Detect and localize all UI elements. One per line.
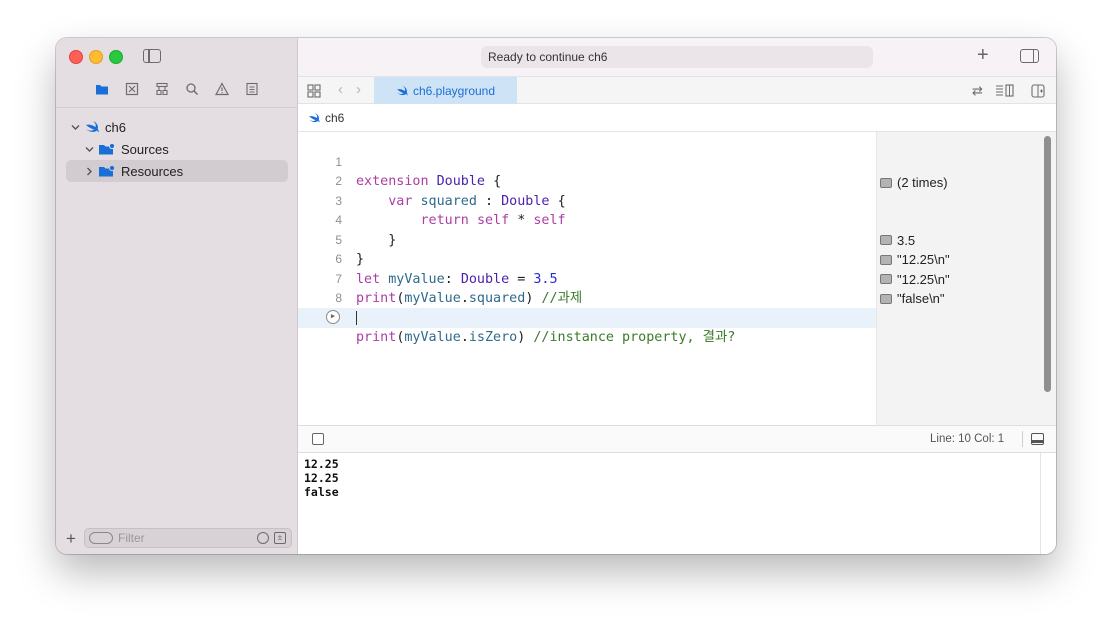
source-control-icon[interactable] <box>124 81 140 97</box>
quick-look-icon[interactable] <box>880 254 892 265</box>
recent-files-clock-icon[interactable] <box>257 532 269 544</box>
back-chevron-icon[interactable]: ‹ <box>338 81 343 98</box>
code-editor[interactable]: 1 extension Double { 2 var squared : Dou… <box>298 132 876 425</box>
code-line[interactable]: 6 let myValue: Double = 3.5 <box>298 231 876 287</box>
chevron-down-icon[interactable] <box>84 144 94 154</box>
sidebar-footer: + Filter ± <box>56 524 298 554</box>
swift-icon <box>309 112 320 123</box>
tab-bar: ‹ › ch6.playground ⇄ <box>298 76 1056 104</box>
code-line[interactable]: 8 print(3.5.squared) //Double형 값에도 .으로 바… <box>298 270 876 326</box>
console-output[interactable]: 12.25 12.25 false <box>298 453 1056 554</box>
code-line[interactable]: 4 } <box>298 192 876 248</box>
tree-item-sources[interactable]: Sources <box>56 138 298 160</box>
filter-placeholder: Filter <box>118 531 145 545</box>
result-value: "12.25\n" <box>897 271 950 287</box>
library-plus-icon[interactable]: + <box>977 44 989 67</box>
code-line[interactable]: 9 print(myValue.isZero) //instance prope… <box>298 289 876 346</box>
result-line-8[interactable]: "12.25\n" <box>880 270 950 290</box>
add-editor-split-icon[interactable] <box>1031 84 1045 98</box>
chevron-down-icon[interactable] <box>70 122 80 132</box>
console-line: false <box>304 485 339 499</box>
result-value: "12.25\n" <box>897 252 950 268</box>
navigator-tabs <box>56 81 298 99</box>
sidebar-toggle-icon[interactable] <box>143 49 161 63</box>
debug-bar: Line: 10 Col: 1 <box>298 425 1056 453</box>
quick-look-icon[interactable] <box>880 293 892 304</box>
code-line[interactable]: 3 return self * self <box>298 172 876 229</box>
console-scroll-track <box>1040 453 1041 554</box>
zoom-window-button[interactable] <box>109 50 123 64</box>
folder-icon <box>98 164 116 178</box>
folder-icon <box>98 142 116 156</box>
forward-chevron-icon[interactable]: › <box>356 81 361 98</box>
result-line-6[interactable]: 3.5 <box>880 231 915 251</box>
issue-navigator-warning-icon[interactable] <box>214 81 230 97</box>
code-line[interactable]: 5 } <box>298 211 876 268</box>
editor-scrollbar[interactable] <box>1044 136 1051 392</box>
editor-area: Ready to continue ch6 + ‹ › ch6.playgrou… <box>298 38 1056 554</box>
tab-ch6-playground[interactable]: ch6.playground <box>374 77 517 104</box>
tree-item-label: Resources <box>121 163 184 179</box>
project-navigator-folder-icon[interactable] <box>94 81 110 97</box>
swift-icon <box>396 85 408 96</box>
run-play-icon[interactable]: ▶ <box>326 310 340 324</box>
result-value: 3.5 <box>897 232 916 248</box>
quick-look-icon[interactable] <box>880 274 892 285</box>
result-value: "false\n" <box>897 291 945 307</box>
related-items-grid-icon[interactable] <box>307 84 321 98</box>
report-navigator-icon[interactable] <box>244 81 260 97</box>
swift-icon <box>85 121 99 133</box>
sidebar-divider <box>56 107 297 108</box>
navigator-sidebar: ch6 Sources Resources + Filter ± <box>56 38 298 554</box>
code-line[interactable]: 2 var squared : Double { <box>298 153 876 209</box>
text-caret <box>356 311 357 325</box>
minimize-window-button[interactable] <box>89 50 103 64</box>
console-line: 12.25 <box>304 457 339 471</box>
result-line-9[interactable]: "false\n" <box>880 289 945 309</box>
xcode-window: ch6 Sources Resources + Filter ± Ready t… <box>56 38 1056 554</box>
console-line: 12.25 <box>304 471 339 485</box>
project-tree: ch6 Sources Resources <box>56 116 298 182</box>
close-window-button[interactable] <box>69 50 83 64</box>
quick-look-icon[interactable] <box>880 235 892 246</box>
tree-item-ch6[interactable]: ch6 <box>56 116 298 138</box>
code-review-arrows-icon[interactable]: ⇄ <box>972 83 983 99</box>
result-line-3[interactable]: (2 times) <box>880 173 948 193</box>
symbol-navigator-icon[interactable] <box>154 81 170 97</box>
tree-item-label: Sources <box>121 141 169 157</box>
inspector-toggle-icon[interactable] <box>1020 49 1039 63</box>
tree-item-label: ch6 <box>105 119 126 135</box>
window-toolbar: Ready to continue ch6 + <box>298 38 1056 76</box>
cursor-position: Line: 10 Col: 1 <box>930 433 1005 445</box>
scm-filter-icon[interactable]: ± <box>274 532 286 544</box>
tree-item-resources[interactable]: Resources <box>66 160 288 182</box>
find-navigator-search-icon[interactable] <box>184 81 200 97</box>
tab-label: ch6.playground <box>412 83 496 98</box>
code-line[interactable]: 7 print(myValue.squared) //과제 <box>298 250 876 307</box>
adjust-editor-options-icon[interactable] <box>995 84 1015 98</box>
activity-status: Ready to continue ch6 <box>481 46 873 68</box>
current-code-line[interactable]: ▶ <box>298 308 876 328</box>
debug-area-toggle-icon[interactable] <box>1031 433 1044 445</box>
jump-bar: ch6 <box>298 104 1056 132</box>
jumpbar-item[interactable]: ch6 <box>325 111 344 125</box>
add-file-plus-icon[interactable]: + <box>66 529 76 549</box>
filter-options-icon[interactable] <box>89 532 113 544</box>
result-value: (2 times) <box>897 175 948 191</box>
divider <box>1022 431 1023 447</box>
code-line[interactable]: 1 extension Double { <box>298 133 876 190</box>
console-toggle-checkbox[interactable] <box>312 433 324 445</box>
result-line-7[interactable]: "12.25\n" <box>880 250 950 270</box>
filter-field[interactable]: Filter ± <box>84 528 292 548</box>
code-text: print(myValue.isZero) //instance propert… <box>356 330 736 345</box>
quick-look-icon[interactable] <box>880 177 892 188</box>
chevron-right-icon[interactable] <box>84 166 94 176</box>
